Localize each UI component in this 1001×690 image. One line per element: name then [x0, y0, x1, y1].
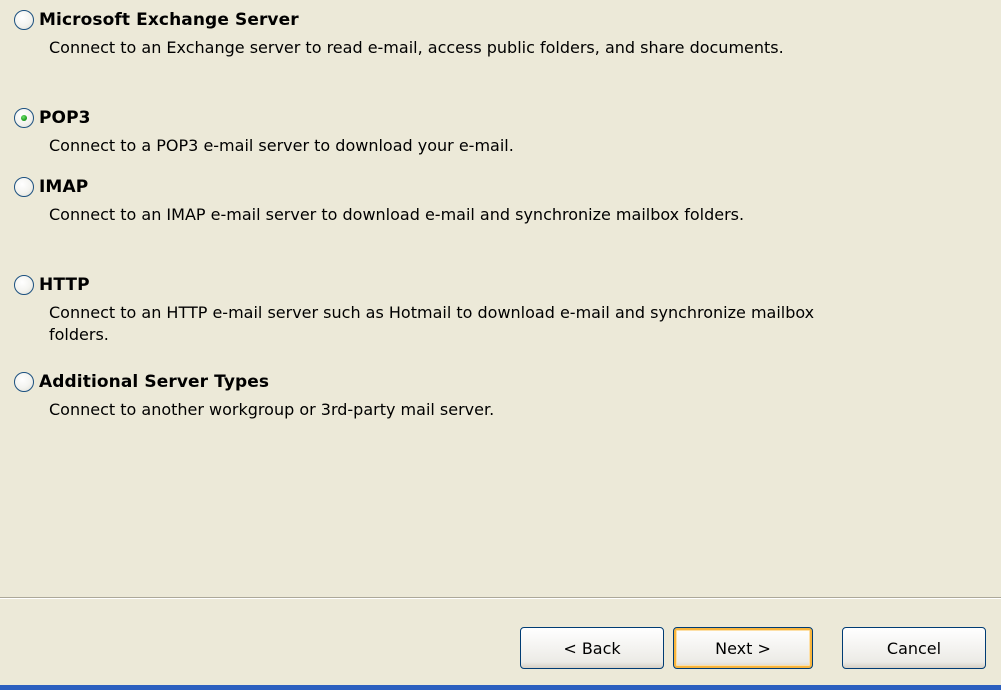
back-button[interactable]: < Back	[520, 627, 664, 669]
exchange-description: Connect to an Exchange server to read e-…	[49, 38, 784, 57]
option-imap: IMAP Connect to an IMAP e-mail server to…	[0, 172, 1001, 226]
additional-description: Connect to another workgroup or 3rd-part…	[49, 400, 495, 419]
exchange-label[interactable]: Microsoft Exchange Server	[39, 10, 299, 30]
additional-radio-row[interactable]: Additional Server Types	[0, 367, 1001, 397]
http-label[interactable]: HTTP	[39, 275, 90, 295]
additional-radio[interactable]	[14, 372, 34, 392]
button-area-divider	[0, 597, 1001, 599]
additional-label[interactable]: Additional Server Types	[39, 372, 269, 392]
pop3-radio[interactable]	[14, 108, 34, 128]
window-bottom-border	[0, 685, 1001, 690]
cancel-button[interactable]: Cancel	[842, 627, 986, 669]
pop3-radio-row[interactable]: POP3	[0, 103, 1001, 133]
pop3-description: Connect to a POP3 e-mail server to downl…	[49, 136, 514, 155]
http-radio-row[interactable]: HTTP	[0, 270, 1001, 300]
imap-radio[interactable]	[14, 177, 34, 197]
option-pop3: POP3 Connect to a POP3 e-mail server to …	[0, 103, 1001, 157]
exchange-radio-row[interactable]: Microsoft Exchange Server	[0, 5, 1001, 35]
imap-radio-row[interactable]: IMAP	[0, 172, 1001, 202]
http-radio[interactable]	[14, 275, 34, 295]
http-description: Connect to an HTTP e-mail server such as…	[49, 303, 815, 344]
option-additional: Additional Server Types Connect to anoth…	[0, 367, 1001, 421]
imap-label[interactable]: IMAP	[39, 177, 88, 197]
next-button[interactable]: Next >	[673, 627, 813, 669]
pop3-label[interactable]: POP3	[39, 108, 91, 128]
option-http: HTTP Connect to an HTTP e-mail server su…	[0, 270, 1001, 346]
exchange-radio[interactable]	[14, 10, 34, 30]
imap-description: Connect to an IMAP e-mail server to down…	[49, 205, 745, 224]
option-exchange: Microsoft Exchange Server Connect to an …	[0, 5, 1001, 59]
